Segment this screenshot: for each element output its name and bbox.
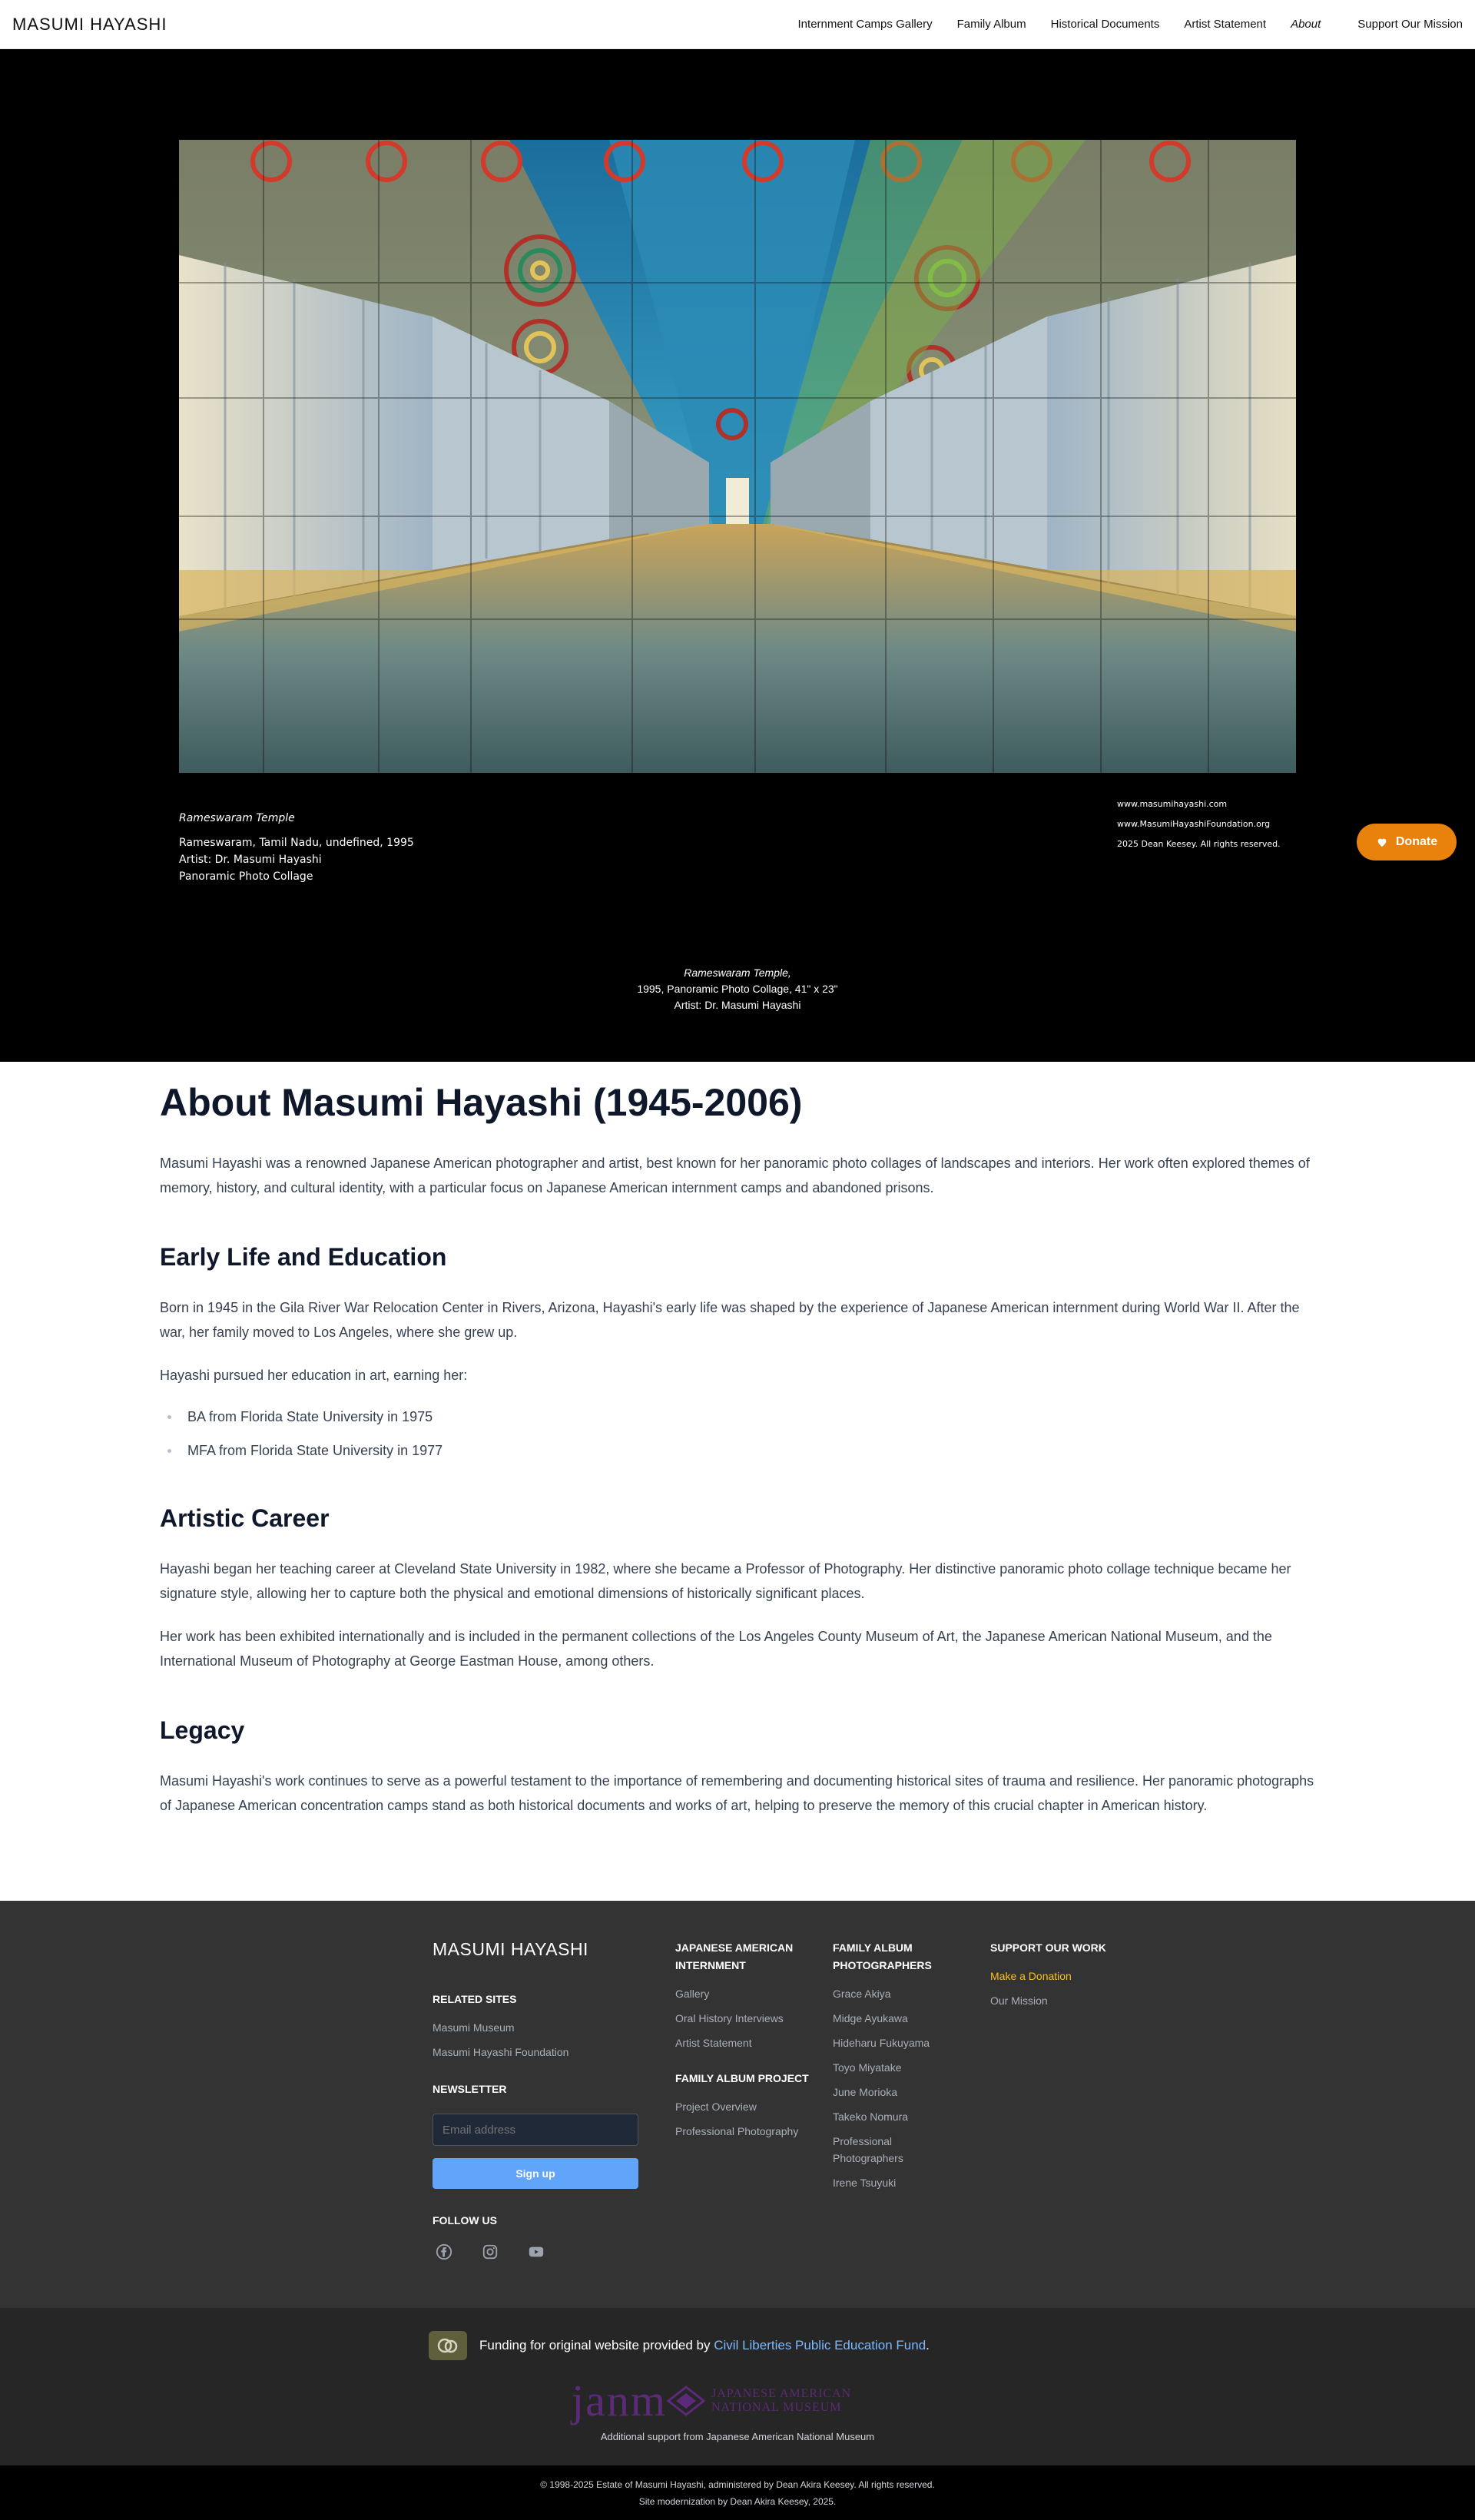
- newsletter-email-input[interactable]: [433, 2114, 638, 2146]
- artwork-title: Rameswaram Temple: [179, 812, 295, 824]
- additional-support: Additional support from Japanese America…: [600, 2431, 875, 2442]
- link-midge-ayukawa[interactable]: Midge Ayukawa: [833, 2010, 948, 2027]
- janm-line-2: NATIONAL MUSEUM: [711, 2401, 842, 2414]
- newsletter-heading: NEWSLETTER: [433, 2083, 507, 2095]
- modernization-text: Site modernization by Dean Akira Keesey,…: [638, 2496, 837, 2507]
- hero-caption-artist: Artist: Dr. Masumi Hayashi: [674, 999, 801, 1011]
- legacy-heading: Legacy: [160, 1716, 245, 1744]
- instagram-icon[interactable]: [479, 2240, 502, 2263]
- hero-caption-title: Rameswaram Temple,: [684, 967, 791, 979]
- funding-suffix: .: [926, 2338, 930, 2353]
- artistic-career-heading: Artistic Career: [160, 1504, 330, 1532]
- link-hideharu-fukuyama[interactable]: Hideharu Fukuyama: [833, 2034, 948, 2051]
- footer-col-brand: MASUMI HAYASHI RELATED SITES Masumi Muse…: [433, 1939, 655, 2263]
- link-our-mission[interactable]: Our Mission: [990, 1992, 1144, 2009]
- early-life-paragraph-1: Born in 1945 in the Gila River War Reloc…: [160, 1300, 1300, 1340]
- nav-internment-camps-gallery[interactable]: Internment Camps Gallery: [798, 18, 933, 31]
- janm-emblem-icon: [666, 2386, 705, 2416]
- link-oral-history[interactable]: Oral History Interviews: [675, 2010, 821, 2027]
- follow-us-heading: FOLLOW US: [433, 2214, 497, 2227]
- link-masumi-museum[interactable]: Masumi Museum: [433, 2019, 655, 2036]
- janm-logo[interactable]: janm JAPANESE AMERICAN NATIONAL MUSEUM: [572, 2379, 851, 2423]
- legacy-paragraph: Masumi Hayashi's work continues to serve…: [160, 1773, 1314, 1813]
- janm-wordmark: janm: [572, 2376, 667, 2426]
- youtube-icon[interactable]: [525, 2240, 548, 2263]
- social-links: [433, 2240, 655, 2263]
- link-june-morioka[interactable]: June Morioka: [833, 2084, 948, 2101]
- funding-section: Funding for original website provided by…: [0, 2308, 1475, 2465]
- clpef-logo: [429, 2331, 467, 2360]
- artwork-credits: www.masumihayashi.com www.MasumiHayashiF…: [1117, 794, 1281, 854]
- page-title: About Masumi Hayashi (1945-2006): [160, 1081, 803, 1124]
- link-project-overview[interactable]: Project Overview: [675, 2098, 821, 2115]
- funding-row: Funding for original website provided by…: [429, 2331, 930, 2360]
- main-nav: Internment Camps Gallery Family Album Hi…: [798, 18, 1463, 31]
- about-section: About Masumi Hayashi (1945-2006) Masumi …: [160, 1076, 1315, 1836]
- footer-brand: MASUMI HAYASHI: [433, 1939, 588, 1959]
- internment-heading: JAPANESE AMERICAN INTERNMENT: [675, 1941, 794, 1971]
- link-grace-akiya[interactable]: Grace Akiya: [833, 1985, 948, 2002]
- donate-label: Donate: [1395, 835, 1438, 848]
- site-brand[interactable]: MASUMI HAYASHI: [12, 15, 167, 35]
- early-life-heading: Early Life and Education: [160, 1243, 447, 1271]
- link-artist-statement[interactable]: Artist Statement: [675, 2034, 821, 2051]
- hero-caption-details: 1995, Panoramic Photo Collage, 41" x 23": [637, 983, 838, 995]
- credit-website: www.masumihayashi.com: [1117, 799, 1228, 809]
- career-paragraph-2: Her work has been exhibited internationa…: [160, 1629, 1272, 1669]
- nav-artist-statement[interactable]: Artist Statement: [1184, 18, 1266, 31]
- funding-prefix: Funding for original website provided by: [479, 2338, 714, 2353]
- hero-section: Rameswaram Temple Rameswaram, Tamil Nadu…: [0, 49, 1475, 1062]
- family-album-project-heading: FAMILY ALBUM PROJECT: [675, 2072, 809, 2084]
- link-takeko-nomura[interactable]: Takeko Nomura: [833, 2108, 948, 2125]
- list-item: MFA from Florida State University in 197…: [160, 1440, 1315, 1461]
- credit-foundation: www.MasumiHayashiFoundation.org: [1117, 819, 1271, 829]
- credit-copyright: 2025 Dean Keesey. All rights reserved.: [1117, 839, 1281, 849]
- heart-icon: [1377, 838, 1387, 847]
- janm-line-1: JAPANESE AMERICAN: [711, 2387, 852, 2400]
- link-professional-photographers[interactable]: Professional Photographers: [833, 2133, 917, 2167]
- artwork-artist: Artist: Dr. Masumi Hayashi: [179, 854, 322, 866]
- list-item: BA from Florida State University in 1975: [160, 1406, 1315, 1427]
- intro-paragraph: Masumi Hayashi was a renowned Japanese A…: [160, 1156, 1310, 1195]
- career-paragraph-1: Hayashi began her teaching career at Cle…: [160, 1561, 1291, 1601]
- rameswaram-temple-collage: [179, 140, 1296, 773]
- link-make-a-donation[interactable]: Make a Donation: [990, 1968, 1144, 1984]
- support-heading: SUPPORT OUR WORK: [990, 1941, 1106, 1954]
- artwork-medium: Panoramic Photo Collage: [179, 870, 313, 883]
- footer-col-internment: JAPANESE AMERICAN INTERNMENT Gallery Ora…: [675, 1939, 821, 2147]
- link-irene-tsuyuki[interactable]: Irene Tsuyuki: [833, 2174, 948, 2191]
- site-header: MASUMI HAYASHI Internment Camps Gallery …: [0, 0, 1475, 49]
- link-gallery[interactable]: Gallery: [675, 1985, 821, 2002]
- early-life-paragraph-2: Hayashi pursued her education in art, ea…: [160, 1368, 468, 1383]
- artwork-image[interactable]: [179, 140, 1296, 773]
- newsletter-signup-button[interactable]: Sign up: [433, 2158, 638, 2189]
- hero-caption: Rameswaram Temple, 1995, Panoramic Photo…: [0, 965, 1475, 1013]
- nav-about[interactable]: About: [1291, 18, 1321, 31]
- link-professional-photography[interactable]: Professional Photography: [675, 2123, 821, 2140]
- site-footer: MASUMI HAYASHI RELATED SITES Masumi Muse…: [0, 1901, 1475, 2308]
- facebook-icon[interactable]: [433, 2240, 456, 2263]
- funding-text: Funding for original website provided by…: [479, 2338, 930, 2353]
- janm-name: JAPANESE AMERICAN NATIONAL MUSEUM: [705, 2387, 851, 2415]
- footer-col-support: SUPPORT OUR WORK Make a Donation Our Mis…: [990, 1939, 1144, 2017]
- artwork-caption: Rameswaram Temple Rameswaram, Tamil Nadu…: [179, 810, 414, 885]
- copyright-bar: © 1998-2025 Estate of Masumi Hayashi, ad…: [0, 2465, 1475, 2520]
- education-list: BA from Florida State University in 1975…: [160, 1406, 1315, 1461]
- link-civil-liberties-fund[interactable]: Civil Liberties Public Education Fund: [714, 2338, 926, 2353]
- related-sites-heading: RELATED SITES: [433, 1993, 517, 2005]
- link-masumi-hayashi-foundation[interactable]: Masumi Hayashi Foundation: [433, 2044, 655, 2061]
- nav-historical-documents[interactable]: Historical Documents: [1051, 18, 1160, 31]
- copyright-text: © 1998-2025 Estate of Masumi Hayashi, ad…: [540, 2479, 935, 2490]
- footer-col-photographers: FAMILY ALBUM PHOTOGRAPHERS Grace Akiya M…: [833, 1939, 948, 2199]
- nav-support-our-mission[interactable]: Support Our Mission: [1357, 18, 1463, 31]
- donate-button[interactable]: Donate: [1357, 824, 1457, 860]
- nav-family-album[interactable]: Family Album: [957, 18, 1026, 31]
- artwork-location: Rameswaram, Tamil Nadu, undefined, 1995: [179, 837, 414, 849]
- link-toyo-miyatake[interactable]: Toyo Miyatake: [833, 2059, 948, 2076]
- photographers-heading: FAMILY ALBUM PHOTOGRAPHERS: [833, 1941, 932, 1971]
